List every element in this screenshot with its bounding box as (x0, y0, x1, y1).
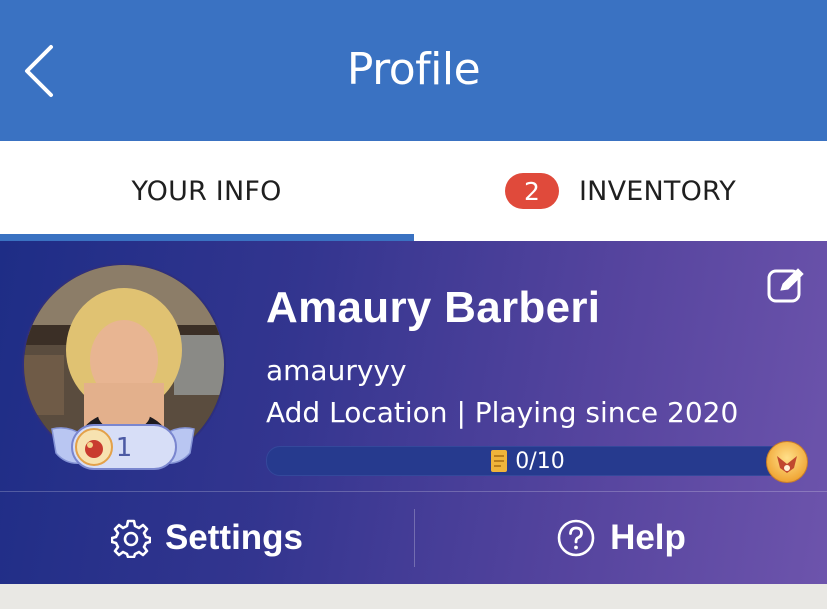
playing-since: Playing since 2020 (474, 396, 739, 429)
reward-icon[interactable] (766, 441, 808, 483)
help-label: Help (610, 518, 686, 557)
inventory-count-badge: 2 (505, 173, 560, 209)
page-title: Profile (346, 44, 481, 95)
note-icon (491, 450, 508, 472)
tab-your-info[interactable]: YOUR INFO (0, 141, 413, 241)
tab-inventory-label: INVENTORY (579, 175, 736, 207)
help-button[interactable]: Help (415, 492, 827, 584)
progress-label: 0/10 (267, 447, 787, 475)
location-line: Add Location | Playing since 2020 (266, 396, 738, 429)
display-name: Amaury Barberi (266, 283, 601, 332)
progress-bar: 0/10 (266, 446, 788, 476)
edit-profile-button[interactable] (766, 265, 806, 305)
active-tab-indicator (0, 234, 414, 241)
progress-text: 0/10 (515, 448, 565, 474)
add-location-link[interactable]: Add Location (266, 396, 448, 429)
edit-icon (767, 268, 804, 303)
help-icon (557, 519, 595, 557)
location-separator: | (456, 396, 466, 429)
settings-label: Settings (164, 518, 304, 557)
fox-icon (777, 456, 797, 473)
gear-icon (110, 519, 151, 558)
username: amauryyy (266, 354, 407, 387)
profile-card: 1 Amaury Barberi amauryyy Add Location |… (0, 241, 827, 584)
header-bar: Profile (0, 0, 827, 141)
tab-bar: YOUR INFO 2 INVENTORY (0, 141, 827, 241)
settings-button[interactable]: Settings (0, 492, 414, 584)
tab-inventory[interactable]: 2 INVENTORY (414, 141, 827, 241)
level-number: 1 (115, 433, 133, 463)
tab-your-info-label: YOUR INFO (131, 175, 282, 207)
